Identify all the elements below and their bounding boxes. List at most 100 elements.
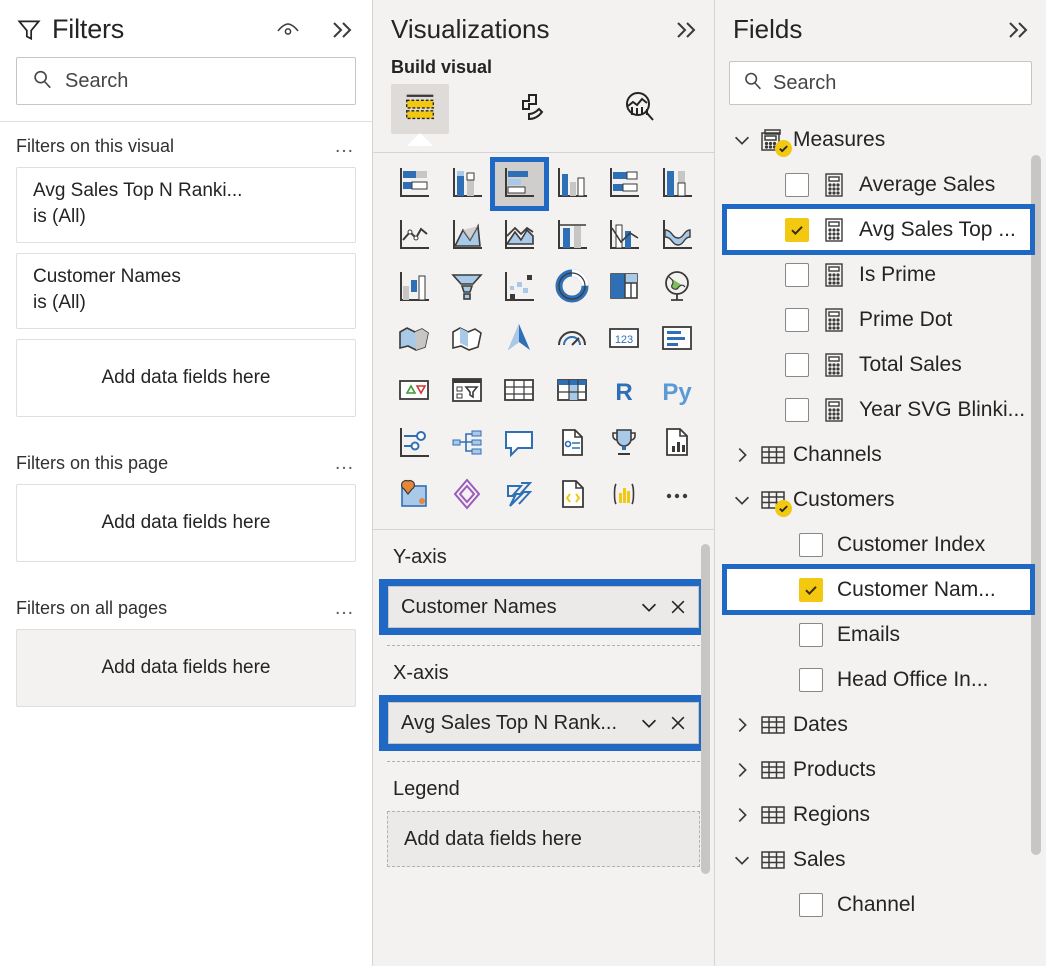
visual-type-slicer-visual[interactable] <box>442 369 493 415</box>
fields-table-channels[interactable]: Channels <box>725 432 1046 477</box>
filter-card[interactable]: Customer Names is (All) <box>16 253 356 329</box>
field-item-head-office-in[interactable]: Head Office In... <box>725 657 1046 702</box>
field-checkbox[interactable] <box>785 172 809 197</box>
field-checkbox[interactable] <box>799 577 823 602</box>
chevron-right-icon[interactable] <box>731 759 753 781</box>
field-item-average-sales[interactable]: Average Sales <box>725 162 1046 207</box>
analytics-tab[interactable] <box>611 84 669 134</box>
field-item-channel[interactable]: Channel <box>725 882 1046 927</box>
visual-type-line-and-stacked-column-chart[interactable] <box>547 213 598 259</box>
visual-type-treemap[interactable] <box>599 265 650 311</box>
visual-type-qna-visual[interactable] <box>494 421 545 467</box>
filter-dropzone[interactable]: Add data fields here <box>16 629 356 707</box>
fields-scrollbar[interactable] <box>1031 155 1041 855</box>
double-chevron-right-icon[interactable] <box>328 18 356 42</box>
fields-table-dates[interactable]: Dates <box>725 702 1046 747</box>
visual-type-power-apps-visual[interactable] <box>442 473 493 519</box>
field-checkbox[interactable] <box>785 262 809 287</box>
fields-search-input[interactable]: Search <box>729 61 1032 105</box>
visual-type-map[interactable] <box>652 265 703 311</box>
double-chevron-right-icon[interactable] <box>1004 18 1032 42</box>
visual-type-line-chart[interactable] <box>389 213 440 259</box>
format-visual-tab[interactable] <box>501 84 559 134</box>
field-item-prime-dot[interactable]: Prime Dot <box>725 297 1046 342</box>
chevron-down-icon[interactable] <box>731 129 753 151</box>
field-checkbox[interactable] <box>799 667 823 692</box>
chevron-right-icon[interactable] <box>731 444 753 466</box>
visual-type-smart-narrative[interactable] <box>547 421 598 467</box>
visual-type-multi-row-card[interactable] <box>652 317 703 363</box>
visual-type-stacked-bar-chart[interactable] <box>389 161 440 207</box>
filters-search-input[interactable]: Search <box>16 57 356 105</box>
visual-type-get-more-visuals[interactable] <box>599 473 650 519</box>
visual-type-kpi-visual[interactable] <box>389 369 440 415</box>
y-axis-field-chip[interactable]: Customer Names <box>388 586 699 628</box>
visual-type-clustered-column-chart[interactable] <box>547 161 598 207</box>
visual-type-pie-chart[interactable] <box>547 265 598 311</box>
field-item-emails[interactable]: Emails <box>725 612 1046 657</box>
chevron-down-icon[interactable] <box>638 712 660 734</box>
field-item-customer-nam[interactable]: Customer Nam... <box>722 564 1035 615</box>
field-checkbox[interactable] <box>785 397 809 422</box>
visual-type-ribbon-chart[interactable] <box>652 213 703 259</box>
visual-type-key-influencers[interactable] <box>389 421 440 467</box>
visual-type-decomposition-tree[interactable] <box>442 421 493 467</box>
visual-type-arcgis-map[interactable] <box>389 473 440 519</box>
visual-type-more-options-ellipsis[interactable] <box>652 473 703 519</box>
visual-type-azure-map[interactable] <box>494 317 545 363</box>
field-wells-scrollbar[interactable] <box>701 544 710 874</box>
visual-type-matrix-visual[interactable] <box>547 369 598 415</box>
field-item-avg-sales-top[interactable]: Avg Sales Top ... <box>722 204 1035 255</box>
visual-type-metrics-visual[interactable] <box>599 421 650 467</box>
visual-type-line-and-clustered-column-chart[interactable] <box>599 213 650 259</box>
field-checkbox[interactable] <box>799 622 823 647</box>
filter-card[interactable]: Avg Sales Top N Ranki... is (All) <box>16 167 356 243</box>
visual-type-python-script-visual[interactable]: Py <box>652 369 703 415</box>
section-menu-ellipsis[interactable]: … <box>334 453 356 473</box>
visual-type-clustered-bar-chart[interactable] <box>490 157 549 211</box>
visual-type-scatter-chart[interactable] <box>494 265 545 311</box>
build-visual-tab[interactable] <box>391 84 449 134</box>
visual-type-developer-visual[interactable] <box>547 473 598 519</box>
fields-table-measures[interactable]: Measures <box>725 117 1046 162</box>
fields-table-products[interactable]: Products <box>725 747 1046 792</box>
visual-type-stacked-column-chart[interactable] <box>442 161 493 207</box>
close-x-icon[interactable] <box>668 713 688 733</box>
visual-type-waterfall-chart[interactable] <box>389 265 440 311</box>
chevron-down-icon[interactable] <box>731 489 753 511</box>
chevron-down-icon[interactable] <box>731 849 753 871</box>
visual-type-r-script-visual[interactable]: R <box>599 369 650 415</box>
visual-type-table-visual[interactable] <box>494 369 545 415</box>
visual-type-area-chart[interactable] <box>442 213 493 259</box>
visual-type-filled-map[interactable] <box>389 317 440 363</box>
chevron-right-icon[interactable] <box>731 714 753 736</box>
x-axis-field-chip[interactable]: Avg Sales Top N Rank... <box>388 702 699 744</box>
double-chevron-right-icon[interactable] <box>672 18 700 42</box>
visual-type-paginated-report[interactable] <box>652 421 703 467</box>
field-checkbox[interactable] <box>799 532 823 557</box>
field-checkbox[interactable] <box>799 892 823 917</box>
visual-type-card-visual[interactable]: 123 <box>599 317 650 363</box>
fields-table-regions[interactable]: Regions <box>725 792 1046 837</box>
visual-type-stacked-area-chart[interactable] <box>494 213 545 259</box>
section-menu-ellipsis[interactable]: … <box>334 136 356 156</box>
visual-type-gauge-chart[interactable] <box>547 317 598 363</box>
legend-dropzone[interactable]: Add data fields here <box>387 811 700 867</box>
chevron-down-icon[interactable] <box>638 596 660 618</box>
filter-dropzone[interactable]: Add data fields here <box>16 339 356 417</box>
visual-type-power-automate-visual[interactable] <box>494 473 545 519</box>
field-checkbox[interactable] <box>785 217 809 242</box>
field-checkbox[interactable] <box>785 352 809 377</box>
visual-type-shape-map[interactable] <box>442 317 493 363</box>
field-item-customer-index[interactable]: Customer Index <box>725 522 1046 567</box>
visual-type-100-percent-stacked-column-chart[interactable] <box>652 161 703 207</box>
eye-icon[interactable] <box>276 21 300 39</box>
visual-type-100-percent-stacked-bar-chart[interactable] <box>599 161 650 207</box>
close-x-icon[interactable] <box>668 597 688 617</box>
field-item-total-sales[interactable]: Total Sales <box>725 342 1046 387</box>
filter-dropzone[interactable]: Add data fields here <box>16 484 356 562</box>
fields-table-customers[interactable]: Customers <box>725 477 1046 522</box>
fields-table-sales[interactable]: Sales <box>725 837 1046 882</box>
field-item-year-svg-blinki[interactable]: Year SVG Blinki... <box>725 387 1046 432</box>
section-menu-ellipsis[interactable]: … <box>334 598 356 618</box>
